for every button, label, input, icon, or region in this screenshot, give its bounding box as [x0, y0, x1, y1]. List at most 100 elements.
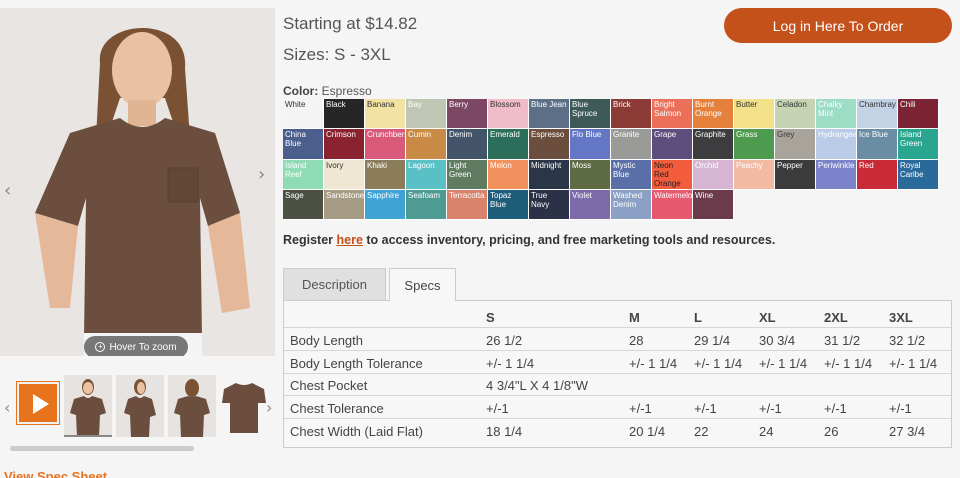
color-swatch-ivory[interactable]: Ivory — [324, 159, 365, 190]
color-swatch-island-green[interactable]: Island Green — [898, 129, 939, 160]
color-swatch-granite[interactable]: Granite — [611, 129, 652, 160]
tab-description[interactable]: Description — [283, 268, 386, 300]
thumbnail-side[interactable] — [116, 375, 164, 437]
color-swatch-moss[interactable]: Moss — [570, 159, 611, 190]
register-here-link[interactable]: here — [337, 233, 363, 247]
color-swatch-flo-blue[interactable]: Flo Blue — [570, 129, 611, 160]
specs-header-cell: M — [629, 310, 640, 325]
color-swatch-lagoon[interactable]: Lagoon — [406, 159, 447, 190]
specs-cell: 22 — [694, 424, 709, 439]
view-spec-sheet-link[interactable]: View Spec Sheet — [4, 469, 107, 478]
color-swatch-royal-caribe[interactable]: Royal Caribe — [898, 159, 939, 190]
color-swatch-hydrangea[interactable]: Hydrangea — [816, 129, 857, 160]
thumbnail-prev-icon[interactable]: ‹ — [4, 398, 10, 417]
color-swatch-khaki[interactable]: Khaki — [365, 159, 406, 190]
color-swatch-neon-red-orange[interactable]: Neon Red Orange — [652, 159, 693, 190]
color-swatch-topaz-blue[interactable]: Topaz Blue — [488, 189, 529, 221]
color-swatch-china-blue[interactable]: China Blue — [283, 129, 324, 160]
specs-cell: +/- 1 1/4 — [486, 355, 535, 371]
color-swatch-graphite[interactable]: Graphite — [693, 129, 734, 160]
color-swatch-violet[interactable]: Violet — [570, 189, 611, 221]
color-swatch-chili[interactable]: Chili — [898, 99, 939, 130]
color-swatch-mystic-blue[interactable]: Mystic Blue — [611, 159, 652, 190]
specs-cell: +/- 1 1/4 — [889, 355, 938, 371]
specs-cell: +/- 1 1/4 — [694, 355, 743, 371]
color-swatch-espresso[interactable]: Espresso — [529, 129, 570, 160]
register-pre-text: Register — [283, 233, 337, 247]
color-swatch-ice-blue[interactable]: Ice Blue — [857, 129, 898, 160]
color-swatch-seafoam[interactable]: Seafoam — [406, 189, 447, 221]
register-post-text: to access inventory, pricing, and free m… — [362, 233, 776, 247]
price-text: Starting at $14.82 — [283, 14, 418, 33]
color-swatch-chalky-mint[interactable]: Chalky Mint — [816, 99, 857, 130]
color-swatch-washed-denim[interactable]: Washed Denim — [611, 189, 652, 221]
color-swatch-emerald[interactable]: Emerald — [488, 129, 529, 160]
specs-cell: 32 1/2 — [889, 332, 926, 348]
color-swatch-crunchberry[interactable]: Crunchberry — [365, 129, 406, 160]
specs-header-row: S M L XL 2XL 3XL — [284, 305, 951, 328]
color-swatch-pepper[interactable]: Pepper — [775, 159, 816, 190]
color-swatch-burnt-orange[interactable]: Burnt Orange — [693, 99, 734, 130]
specs-cell: 30 3/4 — [759, 332, 796, 348]
color-swatch-wine[interactable]: Wine — [693, 189, 734, 221]
chevron-left-icon[interactable]: ‹ — [4, 180, 11, 201]
color-swatch-blue-jean[interactable]: Blue Jean — [529, 99, 570, 130]
specs-cell: +/- 1 1/4 — [759, 355, 808, 371]
color-swatch-celadon[interactable]: Celadon — [775, 99, 816, 130]
thumbnail-front[interactable] — [64, 375, 112, 437]
color-swatch-bay[interactable]: Bay — [406, 99, 447, 130]
specs-row: Chest Pocket 4 3/4"L X 4 1/8"W — [284, 373, 951, 397]
specs-row: Chest Tolerance +/-1 +/-1 +/-1 +/-1 +/-1 +/-1 — [284, 396, 951, 420]
color-swatch-white[interactable]: White — [283, 99, 324, 130]
color-swatch-melon[interactable]: Melon — [488, 159, 529, 190]
color-swatch-berry[interactable]: Berry — [447, 99, 488, 130]
color-swatch-red[interactable]: Red — [857, 159, 898, 190]
color-swatch-grass[interactable]: Grass — [734, 129, 775, 160]
color-swatch-banana[interactable]: Banana — [365, 99, 406, 130]
color-swatch-butter[interactable]: Butter — [734, 99, 775, 130]
sizes-text: Sizes: S - 3XL — [283, 45, 391, 64]
specs-cell: +/-1 — [889, 401, 912, 417]
color-swatch-true-navy[interactable]: True Navy — [529, 189, 570, 221]
color-swatch-brick[interactable]: Brick — [611, 99, 652, 130]
color-label: Color: Espresso — [283, 84, 372, 98]
thumbnail-flat[interactable] — [220, 375, 268, 437]
specs-cell: 31 1/2 — [824, 332, 861, 348]
specs-header-cell: XL — [759, 310, 776, 325]
color-swatch-denim[interactable]: Denim — [447, 129, 488, 160]
color-swatch-watermelon[interactable]: Watermelon — [652, 189, 693, 221]
color-swatch-sage[interactable]: Sage — [283, 189, 324, 221]
color-swatch-light-green[interactable]: Light Green — [447, 159, 488, 190]
color-swatch-terracotta[interactable]: Terracotta — [447, 189, 488, 221]
color-swatch-midnight[interactable]: Midnight — [529, 159, 570, 190]
thumbnail-next-icon[interactable]: › — [266, 398, 272, 417]
color-swatch-black[interactable]: Black — [324, 99, 365, 130]
color-swatch-sandstone[interactable]: Sandstone — [324, 189, 365, 221]
login-to-order-button[interactable]: Log in Here To Order — [724, 8, 952, 43]
thumbnail-back[interactable] — [168, 375, 216, 437]
specs-table: S M L XL 2XL 3XL Body Length 26 1/2 28 29 1/4 30 3… — [283, 300, 952, 448]
color-swatch-periwinkle[interactable]: Periwinkle — [816, 159, 857, 190]
color-swatch-island-reef[interactable]: Island Reef — [283, 159, 324, 190]
specs-row-label: Body Length Tolerance — [290, 355, 423, 371]
color-swatch-orchid[interactable]: Orchid — [693, 159, 734, 190]
color-swatch-chambray[interactable]: Chambray — [857, 99, 898, 130]
thumbnail-scrollbar[interactable] — [10, 446, 194, 451]
color-swatch-peachy[interactable]: Peachy — [734, 159, 775, 190]
color-swatch-cumin[interactable]: Cumin — [406, 129, 447, 160]
color-swatch-grape[interactable]: Grape — [652, 129, 693, 160]
specs-row: Body Length 26 1/2 28 29 1/4 30 3/4 31 1/2 32 … — [284, 328, 951, 351]
color-swatch-blossom[interactable]: Blossom — [488, 99, 529, 130]
specs-row: Chest Width (Laid Flat) 18 1/4 20 1/4 22 24 2… — [284, 419, 951, 442]
color-swatch-bright-salmon[interactable]: Bright Salmon — [652, 99, 693, 130]
register-message: Register here to access inventory, prici… — [283, 233, 775, 247]
specs-cell: 28 — [629, 332, 644, 348]
play-video-button[interactable] — [16, 381, 60, 425]
product-main-image[interactable]: ‹ › + Hover To zoom — [0, 8, 275, 356]
tab-specs[interactable]: Specs — [389, 268, 456, 301]
color-swatch-blue-spruce[interactable]: Blue Spruce — [570, 99, 611, 130]
chevron-right-icon[interactable]: › — [258, 164, 265, 185]
color-swatch-crimson[interactable]: Crimson — [324, 129, 365, 160]
color-swatch-sapphire[interactable]: Sapphire — [365, 189, 406, 221]
color-swatch-grey[interactable]: Grey — [775, 129, 816, 160]
